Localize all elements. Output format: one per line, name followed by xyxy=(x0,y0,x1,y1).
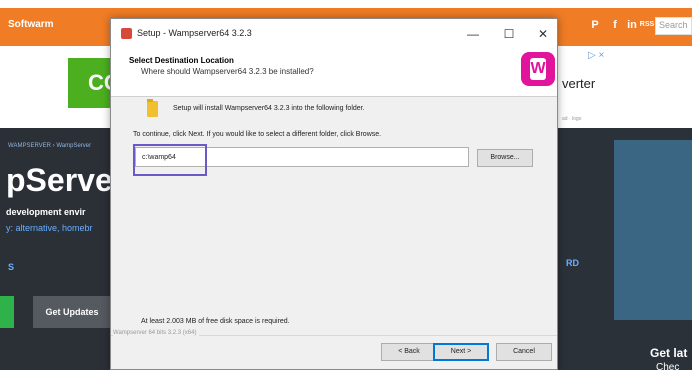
continue-message: To continue, click Next. If you would li… xyxy=(133,131,382,138)
site-search-input[interactable]: Search xyxy=(655,17,692,35)
page-subtitle: Where should Wampserver64 3.2.3 be insta… xyxy=(141,67,314,76)
rss-icon[interactable]: RSS xyxy=(639,17,655,33)
close-button[interactable]: ✕ xyxy=(529,24,557,44)
download-button[interactable] xyxy=(0,296,14,328)
get-updates-button[interactable]: Get Updates xyxy=(33,296,111,328)
maximize-button[interactable]: ☐ xyxy=(495,24,523,44)
hero-right-tile xyxy=(614,140,692,320)
hero-left-mark: S xyxy=(8,262,15,272)
setup-app-icon xyxy=(121,28,132,39)
dialog-title: Setup - Wampserver64 3.2.3 xyxy=(137,28,252,38)
folder-icon xyxy=(147,99,158,117)
linkedin-icon[interactable]: in xyxy=(624,17,640,33)
site-name[interactable]: Softwarm xyxy=(8,19,54,30)
wizard-header: Select Destination Location Where should… xyxy=(111,49,557,97)
ad-banner-green[interactable]: CO xyxy=(68,58,116,108)
hero-title: pServer xyxy=(6,162,126,198)
top-strip xyxy=(0,0,692,8)
hero-right-caption: Get lat xyxy=(650,346,688,360)
installer-brand-text: Wampserver 64 bits 3.2.3 (x64) xyxy=(113,330,200,336)
page-title: Select Destination Location xyxy=(129,56,234,65)
disk-space-message: At least 2.003 MB of free disk space is … xyxy=(141,318,290,325)
back-button[interactable]: < Back xyxy=(381,343,437,361)
hero-tags[interactable]: y: alternative, homebr xyxy=(6,223,93,233)
browse-button[interactable]: Browse... xyxy=(477,149,533,167)
ad-right-text[interactable]: verter xyxy=(562,76,595,91)
breadcrumb[interactable]: WAMPSERVER › WampServer xyxy=(8,143,91,149)
ad-choices-icon[interactable]: ▷ × xyxy=(588,50,604,61)
logo-letter: W xyxy=(530,60,546,77)
install-message: Setup will install Wampserver64 3.2.3 in… xyxy=(173,105,365,112)
ad-right-small: ad · logo xyxy=(562,116,582,122)
minimize-button[interactable]: — xyxy=(459,24,487,44)
next-button[interactable]: Next > xyxy=(433,343,489,361)
setup-dialog: Setup - Wampserver64 3.2.3 — ☐ ✕ Select … xyxy=(110,18,558,370)
hero-subtitle: development envir xyxy=(6,207,86,217)
path-highlight-box xyxy=(133,144,207,176)
pinterest-icon[interactable]: P xyxy=(587,17,603,33)
dialog-titlebar[interactable]: Setup - Wampserver64 3.2.3 — ☐ ✕ xyxy=(111,19,557,49)
hero-mid-mark: RD xyxy=(566,258,579,268)
facebook-icon[interactable]: f xyxy=(607,17,623,33)
hero-right-subcaption: Chec xyxy=(656,362,680,370)
wampserver-logo-icon: W xyxy=(521,52,555,86)
cancel-button[interactable]: Cancel xyxy=(496,343,552,361)
